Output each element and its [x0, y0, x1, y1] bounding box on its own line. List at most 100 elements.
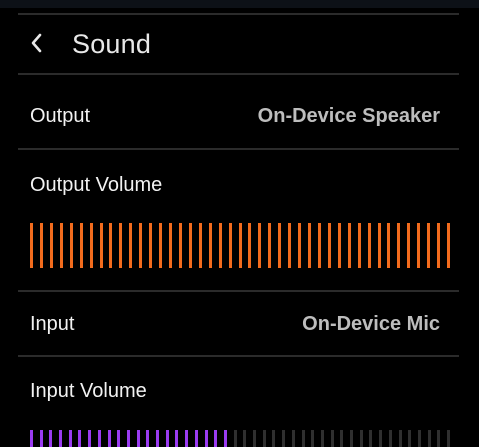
volume-tick [398, 430, 402, 447]
page-header: Sound [18, 16, 459, 73]
volume-tick [39, 430, 43, 447]
volume-tick [367, 223, 371, 268]
volume-tick [417, 223, 421, 268]
volume-tick [169, 223, 172, 268]
volume-tick [238, 223, 242, 268]
volume-tick [308, 223, 311, 268]
volume-tick [204, 430, 208, 447]
volume-tick [282, 430, 286, 447]
volume-tick [278, 223, 282, 268]
volume-tick [268, 223, 272, 268]
volume-tick [214, 430, 218, 447]
output-row[interactable]: Output On-Device Speaker [18, 75, 459, 148]
volume-tick [359, 430, 363, 447]
volume-tick [427, 430, 431, 447]
input-volume-meter[interactable] [30, 430, 450, 447]
volume-tick [417, 430, 421, 447]
volume-tick [379, 430, 383, 447]
back-button[interactable] [22, 28, 52, 58]
volume-tick [146, 430, 150, 447]
volume-tick [320, 430, 324, 447]
output-device-value: On-Device Speaker [257, 105, 440, 127]
volume-tick [387, 223, 391, 268]
volume-tick [347, 223, 351, 268]
volume-tick [408, 430, 412, 447]
chevron-left-icon [22, 28, 52, 58]
volume-tick [272, 430, 276, 447]
volume-tick [165, 430, 169, 447]
volume-tick [330, 430, 334, 447]
volume-tick [340, 430, 344, 447]
volume-tick [185, 430, 189, 447]
volume-tick [311, 430, 315, 447]
volume-tick [136, 430, 140, 447]
input-label: Input [30, 313, 75, 335]
volume-tick [350, 430, 354, 447]
volume-tick [369, 430, 373, 447]
volume-tick [88, 430, 92, 447]
volume-tick [377, 223, 381, 268]
divider [18, 355, 459, 357]
output-volume-meter[interactable] [30, 223, 450, 268]
volume-tick [337, 223, 341, 268]
volume-tick [388, 430, 392, 447]
volume-tick [89, 223, 93, 268]
volume-tick [149, 223, 153, 268]
volume-tick [119, 223, 123, 268]
volume-tick [233, 430, 237, 447]
volume-tick [178, 223, 182, 268]
input-row[interactable]: Input On-Device Mic [18, 292, 459, 355]
volume-tick [30, 430, 33, 447]
volume-tick [78, 430, 82, 447]
volume-tick [357, 223, 361, 268]
volume-tick [228, 223, 232, 268]
volume-tick [194, 430, 198, 447]
volume-tick [97, 430, 101, 447]
volume-tick [99, 223, 103, 268]
volume-tick [258, 223, 262, 268]
volume-tick [397, 223, 401, 268]
volume-tick [437, 223, 441, 268]
divider [18, 13, 459, 15]
volume-tick [139, 223, 143, 268]
volume-tick [198, 223, 202, 268]
volume-tick [126, 430, 130, 447]
volume-tick [291, 430, 295, 447]
volume-tick [129, 223, 133, 268]
volume-tick [107, 430, 111, 447]
volume-tick [288, 223, 292, 268]
volume-tick [248, 223, 252, 268]
volume-tick [447, 430, 450, 447]
volume-tick [49, 223, 53, 268]
input-volume-label: Input Volume [30, 380, 147, 402]
output-label: Output [30, 105, 91, 127]
volume-tick [301, 430, 305, 447]
input-device-value: On-Device Mic [302, 313, 440, 335]
volume-tick [79, 223, 83, 268]
volume-tick [69, 223, 73, 268]
volume-tick [262, 430, 266, 447]
volume-tick [427, 223, 431, 268]
volume-tick [159, 223, 163, 268]
volume-tick [117, 430, 121, 447]
volume-tick [156, 430, 160, 447]
divider [18, 148, 459, 150]
volume-tick [407, 223, 411, 268]
volume-tick [175, 430, 179, 447]
volume-tick [243, 430, 247, 447]
volume-tick [437, 430, 441, 447]
top-status-strip [0, 0, 479, 8]
volume-tick [253, 430, 257, 447]
volume-tick [208, 223, 212, 268]
volume-tick [223, 430, 227, 447]
volume-tick [49, 430, 53, 447]
volume-tick [59, 430, 63, 447]
volume-tick [188, 223, 192, 268]
volume-tick [218, 223, 222, 268]
volume-tick [59, 223, 63, 268]
volume-tick [109, 223, 113, 268]
volume-tick [447, 223, 450, 268]
volume-tick [317, 223, 321, 268]
volume-tick [30, 223, 33, 268]
volume-tick [327, 223, 331, 268]
